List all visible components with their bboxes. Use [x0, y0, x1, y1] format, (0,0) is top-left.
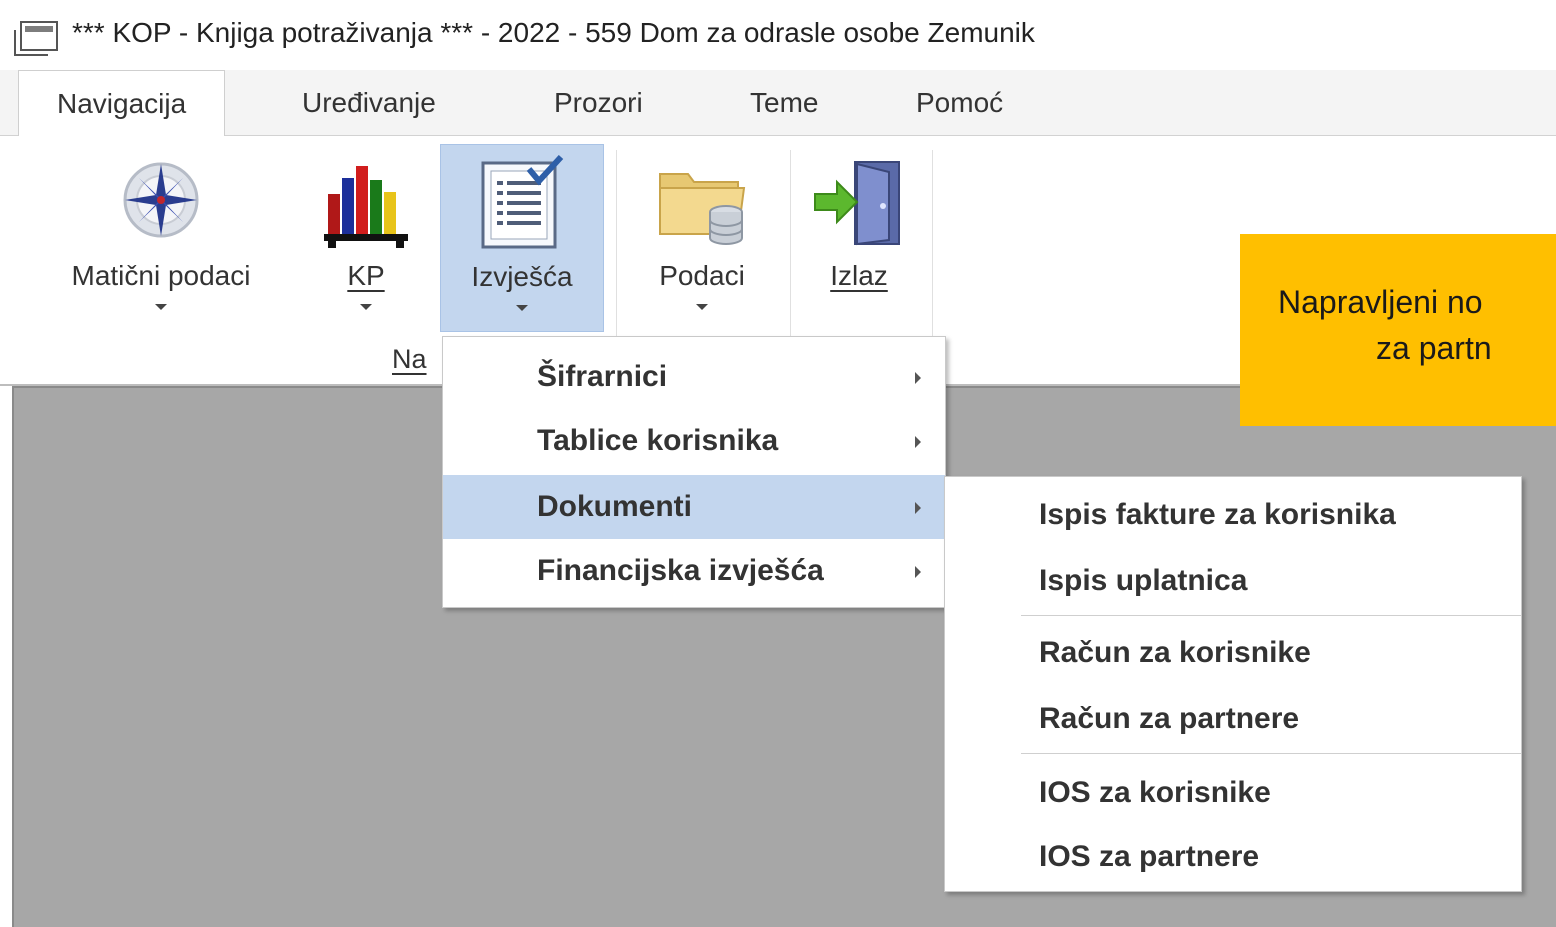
tab-pomoc[interactable]: Pomoć: [916, 70, 1003, 136]
callout-line-1: Napravljeni no: [1278, 284, 1483, 320]
callout-line-2: za partn: [1376, 330, 1492, 366]
ribbon-group-label: Na: [392, 344, 427, 374]
menu-separator: [1021, 615, 1521, 616]
ribbon-separator: [790, 150, 791, 340]
window-icon[interactable]: [14, 21, 58, 56]
menu-item-label: Dokumenti: [537, 490, 693, 523]
menu-item-financijska-izvjesca[interactable]: Financijska izvješća: [443, 539, 945, 603]
menu-item-label: Tablice korisnika: [537, 424, 779, 457]
tab-uredivanje[interactable]: Uređivanje: [302, 70, 436, 136]
menu-item-dokumenti[interactable]: Dokumenti: [443, 475, 945, 539]
ribbon-tabs: Navigacija Uređivanje Prozori Teme Pomoć: [0, 70, 1556, 137]
izlaz-button[interactable]: Izlaz: [800, 144, 918, 332]
chevron-right-icon: [915, 566, 921, 578]
exit-door-icon: [811, 154, 907, 254]
menu-item-label: IOS za partnere: [1039, 840, 1260, 873]
podaci-label: Podaci: [659, 260, 745, 291]
books-chart-icon: [318, 154, 414, 254]
menu-item-tablice-korisnika[interactable]: Tablice korisnika: [443, 409, 945, 473]
menu-item-label: Šifrarnici: [537, 360, 668, 393]
menu-item-racun-za-partnere[interactable]: Račun za partnere: [945, 687, 1521, 751]
menu-item-label: IOS za korisnike: [1039, 776, 1271, 809]
menu-item-label: Financijska izvješća: [537, 554, 824, 587]
report-checklist-icon: [477, 154, 567, 255]
izlaz-label: Izlaz: [830, 260, 888, 291]
izvjesca-button[interactable]: Izvješća: [440, 144, 604, 332]
dokumenti-submenu: Ispis fakture za korisnika Ispis uplatni…: [944, 476, 1522, 892]
menu-item-ispis-fakture[interactable]: Ispis fakture za korisnika: [945, 483, 1521, 547]
tab-navigacija[interactable]: Navigacija: [18, 70, 226, 137]
menu-item-ispis-uplatnica[interactable]: Ispis uplatnica: [945, 549, 1521, 613]
kp-button[interactable]: KP: [310, 144, 422, 332]
menu-item-label: Ispis uplatnica: [1039, 564, 1248, 597]
chevron-right-icon: [915, 502, 921, 514]
tab-teme[interactable]: Teme: [750, 70, 818, 136]
callout-note: Napravljeni no za partn: [1240, 234, 1556, 426]
maticni-podaci-button[interactable]: Matični podaci: [36, 144, 286, 332]
podaci-button[interactable]: Podaci: [632, 144, 772, 332]
menu-item-ios-za-korisnike[interactable]: IOS za korisnike: [945, 761, 1521, 825]
menu-separator: [1021, 753, 1521, 754]
kp-label: KP: [347, 260, 385, 291]
ribbon-separator: [932, 150, 933, 340]
izvjesca-label: Izvješća: [471, 261, 573, 292]
folder-database-icon: [654, 154, 750, 254]
chevron-right-icon: [915, 436, 921, 448]
menu-item-label: Ispis fakture za korisnika: [1039, 498, 1396, 531]
compass-icon: [115, 154, 207, 250]
menu-item-racun-za-korisnike[interactable]: Račun za korisnike: [945, 621, 1521, 685]
window-title: *** KOP - Knjiga potraživanja *** - 2022…: [72, 17, 1035, 48]
izvjesca-dropdown-menu: Šifrarnici Tablice korisnika Dokumenti F…: [442, 336, 946, 608]
menu-item-ios-za-partnere[interactable]: IOS za partnere: [945, 825, 1521, 889]
tab-prozori[interactable]: Prozori: [554, 70, 643, 136]
chevron-right-icon: [915, 372, 921, 384]
chevron-down-icon: [155, 304, 167, 310]
title-bar: *** KOP - Knjiga potraživanja *** - 2022…: [0, 0, 1556, 70]
menu-item-sifrarnici[interactable]: Šifrarnici: [443, 345, 945, 409]
maticni-podaci-label: Matični podaci: [71, 260, 251, 291]
ribbon-separator: [616, 150, 617, 340]
chevron-down-icon: [516, 305, 528, 311]
chevron-down-icon: [360, 304, 372, 310]
menu-item-label: Račun za partnere: [1039, 702, 1300, 735]
chevron-down-icon: [696, 304, 708, 310]
menu-item-label: Račun za korisnike: [1039, 636, 1311, 669]
